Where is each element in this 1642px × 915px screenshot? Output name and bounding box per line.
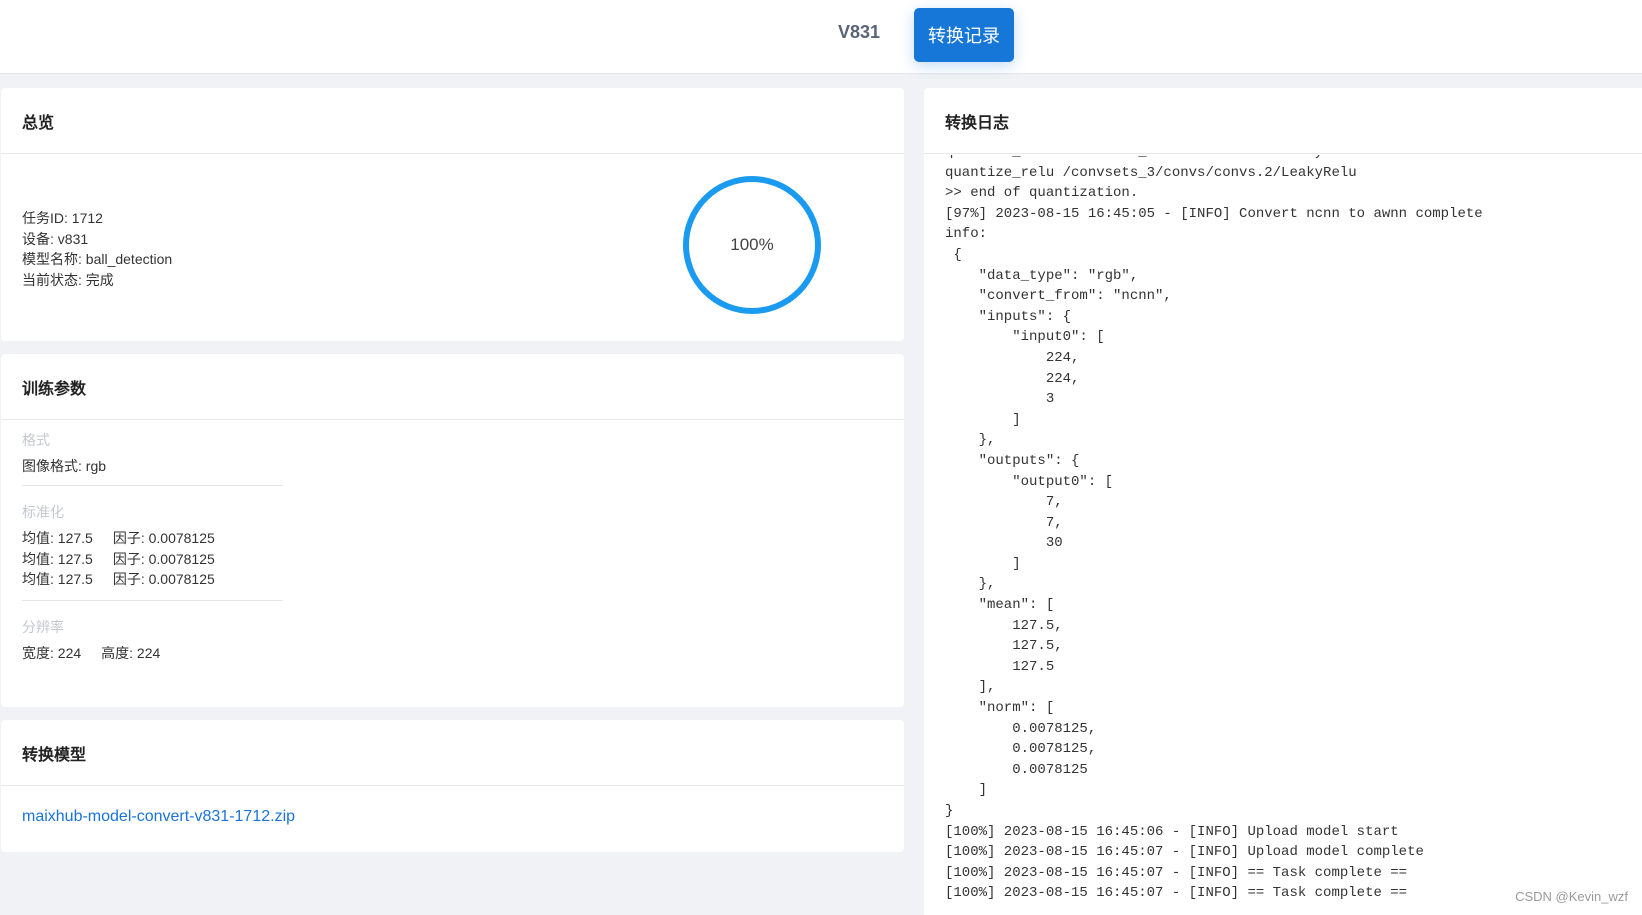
divider <box>22 600 283 601</box>
width-value: 宽度: 224 <box>22 645 82 661</box>
factor-value: 因子: 0.0078125 <box>112 550 215 567</box>
log-line: 224, <box>945 370 1080 387</box>
mean-value: 均值: 127.5 <box>22 530 93 546</box>
log-line: 127.5, <box>945 638 1063 655</box>
normalization-label: 标准化 <box>22 504 64 520</box>
conversion-log-card: 转换日志 quantize_relu /convsets_3/convs/con… <box>924 88 1642 915</box>
log-line: 0.0078125, <box>945 720 1097 737</box>
log-line: "mean": [ <box>945 597 1055 614</box>
divider <box>22 485 283 486</box>
conversion-records-button[interactable]: 转换记录 <box>914 8 1014 62</box>
format-label: 格式 <box>22 432 50 448</box>
log-line: 0.0078125, <box>945 741 1097 758</box>
norm-row: 均值: 127.5 因子: 0.0078125 <box>22 528 215 549</box>
mean-value: 均值: 127.5 <box>22 550 93 567</box>
log-line: [100%] 2023-08-15 16:45:06 - [INFO] Uplo… <box>945 823 1399 840</box>
resolution-label: 分辨率 <box>22 619 64 635</box>
model-name-text: 模型名称: ball_detection <box>22 251 173 267</box>
factor-value: 因子: 0.0078125 <box>112 530 215 546</box>
log-line: 0.0078125 <box>945 761 1088 778</box>
factor-value: 因子: 0.0078125 <box>112 571 215 587</box>
log-line: 224, <box>945 349 1080 366</box>
log-line: { <box>945 246 962 263</box>
training-params-card: 训练参数 格式 图像格式: rgb 标准化 均值: 127.5 因子: 0.007… <box>1 354 904 707</box>
log-line: }, <box>945 432 996 449</box>
log-line: quantize_relu /convsets_3/convs/convs.1/… <box>945 155 1483 163</box>
mean-value: 均值: 127.5 <box>22 571 93 587</box>
log-line: ] <box>945 555 1021 572</box>
log-line: ] <box>945 782 988 799</box>
log-line: "outputs": { <box>945 452 1080 469</box>
progress-ring: 100% <box>683 176 821 314</box>
log-line: 7, <box>945 514 1063 531</box>
log-text: quantize_relu /convsets_3/convs/convs.1/… <box>945 155 1483 904</box>
log-line: "input0": [ <box>945 329 1105 346</box>
log-line: 30 <box>945 535 1063 552</box>
image-format-text: 图像格式: rgb <box>22 458 107 474</box>
model-download-link[interactable]: maixhub-model-convert-v831-1712.zip <box>22 808 295 826</box>
norm-row: 均值: 127.5 因子: 0.0078125 <box>22 549 215 570</box>
overview-title: 总览 <box>1 88 904 154</box>
norm-row: 均值: 127.5 因子: 0.0078125 <box>22 569 215 590</box>
log-line: "convert_from": "ncnn", <box>945 288 1172 305</box>
log-line: [100%] 2023-08-15 16:45:07 - [INFO] Uplo… <box>945 844 1424 861</box>
resolution-section: 分辨率 宽度: 224 高度: 224 <box>22 617 160 664</box>
log-line: quantize_relu /convsets_3/convs/convs.2/… <box>945 164 1357 181</box>
log-line: info: <box>945 226 988 243</box>
log-title: 转换日志 <box>924 88 1642 154</box>
log-line: "norm": [ <box>945 700 1055 717</box>
log-line: }, <box>945 576 996 593</box>
top-nav-bar: V831 转换记录 <box>0 0 1642 74</box>
task-id-text: 任务ID: 1712 <box>22 210 103 226</box>
status-text: 当前状态: 完成 <box>22 271 114 288</box>
params-title: 训练参数 <box>1 354 904 420</box>
log-line: ], <box>945 679 996 696</box>
log-line: "data_type": "rgb", <box>945 267 1139 284</box>
log-line: [100%] 2023-08-15 16:45:07 - [INFO] == T… <box>945 864 1408 881</box>
log-scroll-area[interactable]: quantize_relu /convsets_3/convs/convs.1/… <box>924 155 1642 915</box>
log-line: [97%] 2023-08-15 16:45:05 - [INFO] Conve… <box>945 205 1483 222</box>
log-line: } <box>945 803 954 819</box>
device-tab-v831[interactable]: V831 <box>838 22 880 43</box>
watermark: CSDN @Kevin_wzf <box>1515 889 1628 904</box>
device-text: 设备: v831 <box>22 230 89 247</box>
model-title: 转换模型 <box>1 720 904 786</box>
log-line: 127.5, <box>945 617 1063 634</box>
log-line: 127.5 <box>945 658 1055 675</box>
converted-model-card: 转换模型 maixhub-model-convert-v831-1712.zip <box>1 720 904 852</box>
log-line: 3 <box>945 391 1055 408</box>
log-line: >> end of quantization. <box>945 185 1139 202</box>
log-line: "output0": [ <box>945 473 1114 490</box>
resolution-row: 宽度: 224 高度: 224 <box>22 643 160 664</box>
format-section: 格式 图像格式: rgb <box>22 430 106 477</box>
progress-percent: 100% <box>730 235 774 254</box>
log-line: 7, <box>945 494 1063 511</box>
log-line: "inputs": { <box>945 308 1072 325</box>
log-line: ] <box>945 411 1021 428</box>
log-line: [100%] 2023-08-15 16:45:07 - [INFO] == T… <box>945 885 1408 902</box>
normalization-section: 标准化 均值: 127.5 因子: 0.0078125 均值: 127.5 因子: … <box>22 502 215 590</box>
overview-info: 任务ID: 1712 设备: v831 模型名称: ball_detection… <box>22 208 172 290</box>
height-value: 高度: 224 <box>101 645 161 661</box>
